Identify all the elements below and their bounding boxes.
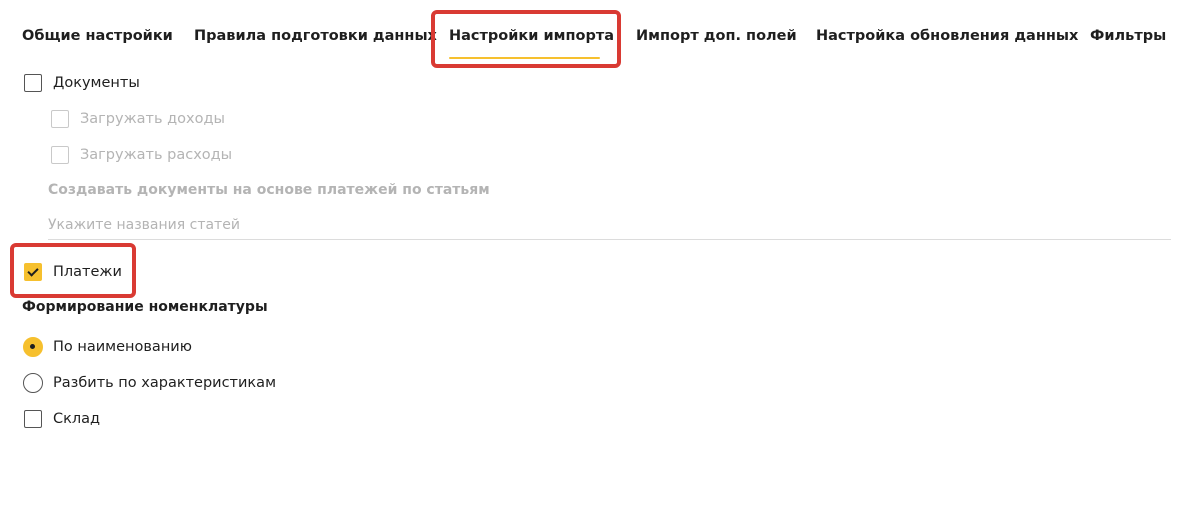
documents-checkbox[interactable] [24, 74, 42, 92]
tab-filters[interactable]: Фильтры [1090, 27, 1166, 45]
tab-data-preparation-rules[interactable]: Правила подготовки данных [194, 27, 437, 45]
load-income-label: Загружать доходы [80, 111, 225, 127]
radio-row-by-characteristics[interactable]: Разбить по характеристикам [23, 373, 276, 393]
by-characteristics-label: Разбить по характеристикам [53, 375, 277, 391]
by-characteristics-radio[interactable] [23, 373, 43, 393]
payments-checkbox[interactable] [24, 263, 42, 281]
tab-import-extra-fields[interactable]: Импорт доп. полей [636, 27, 797, 45]
tab-import-settings[interactable]: Настройки импорта [449, 27, 614, 45]
radio-row-by-name[interactable]: По наименованию [23, 337, 192, 357]
load-income-checkbox[interactable] [51, 110, 69, 128]
load-expenses-checkbox[interactable] [51, 146, 69, 164]
active-tab-indicator [449, 57, 600, 59]
articles-input[interactable] [48, 210, 1171, 240]
tab-general-settings[interactable]: Общие настройки [22, 27, 173, 45]
by-name-label: По наименованию [53, 339, 192, 355]
import-settings-page: Общие настройки Правила подготовки данны… [0, 0, 1179, 508]
payments-checkbox-row[interactable]: Платежи [24, 262, 122, 282]
warehouse-checkbox[interactable] [24, 410, 42, 428]
load-expenses-checkbox-row[interactable]: Загружать расходы [51, 145, 232, 165]
load-expenses-label: Загружать расходы [80, 147, 233, 163]
create-docs-by-articles-title: Создавать документы на основе платежей п… [48, 182, 490, 198]
documents-label: Документы [53, 75, 140, 91]
nomenclature-title: Формирование номенклатуры [22, 299, 268, 315]
settings-tabs: Общие настройки Правила подготовки данны… [0, 0, 1179, 70]
documents-checkbox-row[interactable]: Документы [24, 73, 140, 93]
warehouse-label: Склад [53, 411, 101, 427]
tab-data-update-settings[interactable]: Настройка обновления данных [816, 27, 1078, 45]
load-income-checkbox-row[interactable]: Загружать доходы [51, 109, 225, 129]
warehouse-checkbox-row[interactable]: Склад [24, 409, 100, 429]
payments-label: Платежи [53, 264, 122, 280]
by-name-radio[interactable] [23, 337, 43, 357]
